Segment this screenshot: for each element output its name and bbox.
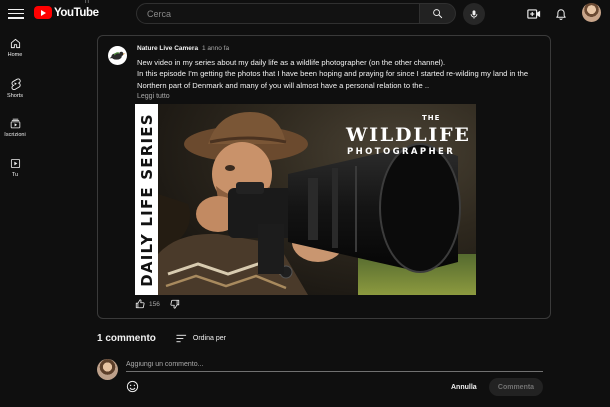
sidebar-item-label: Home xyxy=(7,52,23,58)
notifications-button[interactable] xyxy=(553,6,569,22)
user-avatar xyxy=(97,359,118,380)
read-more-link[interactable]: Leggi tutto xyxy=(137,93,170,100)
comment-input[interactable] xyxy=(126,358,543,372)
channel-avatar[interactable] xyxy=(108,46,127,65)
sort-label: Ordina per xyxy=(192,335,226,342)
comments-count: 1 commento xyxy=(97,333,156,344)
thumbnail-title-main: WILDLIFE xyxy=(346,124,471,146)
emoji-icon[interactable] xyxy=(126,380,139,393)
sidebar-item-home[interactable]: Home xyxy=(0,30,30,70)
sidebar-item-subscriptions[interactable]: Iscrizioni xyxy=(0,110,30,150)
logo-text: YouTube xyxy=(54,6,99,19)
sort-icon xyxy=(176,334,186,343)
thumbnail-title-sub: PHOTOGRAPHER xyxy=(347,147,456,157)
like-count: 156 xyxy=(149,300,160,308)
post-image[interactable]: DAILY LIFE SERIES THE WILDLIFE PHOTOGRAP… xyxy=(135,104,476,295)
sidebar-item-label: Iscrizioni xyxy=(4,132,26,138)
create-button[interactable] xyxy=(526,6,542,22)
sidebar-item-you[interactable]: Tu xyxy=(0,150,30,190)
home-icon xyxy=(10,38,20,49)
youtube-play-icon xyxy=(34,6,52,19)
like-icon[interactable] xyxy=(135,299,145,309)
post-text-line: In this episode I'm getting the photos t… xyxy=(137,69,529,90)
search-button[interactable] xyxy=(420,3,456,24)
shorts-icon xyxy=(11,78,21,90)
thumbnail-title-the: THE xyxy=(422,114,441,122)
menu-icon[interactable] xyxy=(8,6,24,20)
post-text-line: New video in my series about my daily li… xyxy=(137,58,446,67)
account-avatar[interactable] xyxy=(582,3,601,22)
sidebar-item-label: Tu xyxy=(11,172,19,178)
sidebar-item-shorts[interactable]: Shorts xyxy=(0,70,30,110)
comment-submit-button[interactable]: Commenta xyxy=(489,378,543,396)
masthead: YouTube IT xyxy=(0,0,610,28)
comments-header: 1 commento Ordina per xyxy=(97,333,226,344)
search-input[interactable] xyxy=(137,4,419,24)
voice-search-button[interactable] xyxy=(463,3,485,25)
post-timestamp[interactable]: 1 anno fa xyxy=(202,45,229,52)
community-post-card: Nature Live Camera 1 anno fa New video i… xyxy=(97,35,551,319)
youtube-logo[interactable]: YouTube xyxy=(34,6,99,19)
subscriptions-icon xyxy=(10,118,20,129)
search-icon xyxy=(433,9,443,19)
channel-name[interactable]: Nature Live Camera xyxy=(137,45,198,52)
series-side-text: DAILY LIFE SERIES xyxy=(137,113,156,287)
sort-button[interactable]: Ordina per xyxy=(176,334,226,343)
search-box xyxy=(136,3,420,24)
series-side-banner: DAILY LIFE SERIES xyxy=(135,104,158,295)
post-text: New video in my series about my daily li… xyxy=(137,57,542,91)
create-video-icon xyxy=(527,9,541,19)
you-icon xyxy=(10,158,20,169)
guide-sidebar: Home Shorts Iscrizioni Tu xyxy=(0,30,30,190)
post-actions: 156 xyxy=(135,299,180,309)
microphone-icon xyxy=(470,9,478,19)
cancel-button[interactable]: Annulla xyxy=(446,378,482,396)
bell-icon xyxy=(556,8,566,20)
country-code: IT xyxy=(85,0,90,5)
bird-logo-icon xyxy=(109,51,126,60)
sidebar-item-label: Shorts xyxy=(7,93,23,99)
dislike-icon[interactable] xyxy=(170,299,180,309)
